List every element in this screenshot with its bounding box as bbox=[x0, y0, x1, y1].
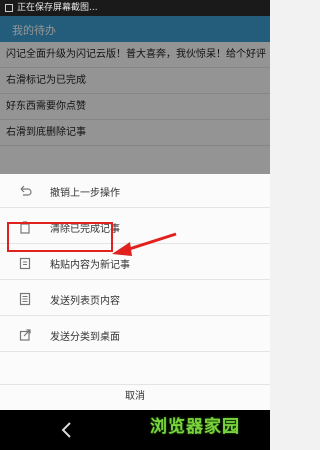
screenshot-icon bbox=[5, 4, 13, 12]
menu-item-label: 发送分类到桌面 bbox=[50, 332, 120, 343]
highlight-box bbox=[7, 222, 113, 252]
status-bar: 正在保存屏幕截图... bbox=[0, 0, 270, 16]
menu-item-send-desktop[interactable]: 发送分类到桌面 bbox=[0, 318, 270, 352]
watermark: 浏览器家园 bbox=[150, 417, 240, 437]
menu-item-undo[interactable]: 撤销上一步操作 bbox=[0, 174, 270, 208]
menu-item-send-list[interactable]: 发送列表页内容 bbox=[0, 282, 270, 316]
clipboard-icon bbox=[19, 257, 31, 270]
menu-item-label: 撤销上一步操作 bbox=[50, 188, 120, 199]
list-icon bbox=[19, 292, 31, 306]
undo-icon bbox=[20, 185, 32, 196]
status-text: 正在保存屏幕截图... bbox=[17, 3, 98, 13]
menu-item-label: 发送列表页内容 bbox=[50, 296, 120, 307]
cancel-button[interactable]: 取消 bbox=[0, 384, 270, 409]
back-icon[interactable] bbox=[56, 420, 78, 440]
action-sheet: 撤销上一步操作 清除已完成记事 粘贴内容为新记事 发送列表页内容 发送分类到桌面… bbox=[0, 174, 270, 410]
annotation-arrow-icon bbox=[112, 232, 177, 256]
share-icon bbox=[19, 329, 31, 341]
